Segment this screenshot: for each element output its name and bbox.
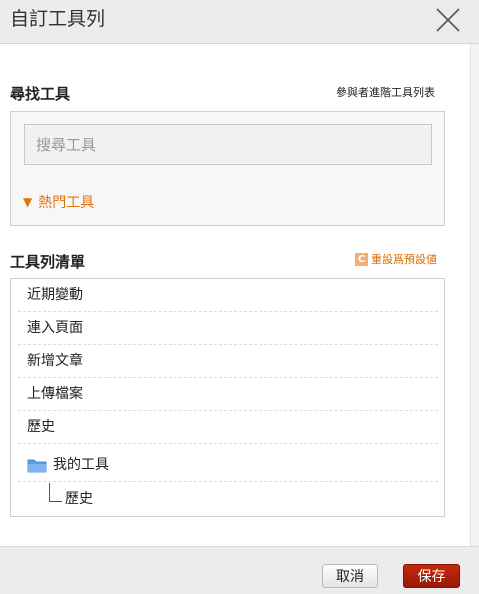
find-tools-heading: 尋找工具 [10,85,71,103]
folder-icon [27,459,47,472]
toolbar-list-item[interactable]: 連入頁面 [18,312,438,345]
cancel-button[interactable]: 取消 [322,564,378,588]
dialog-title: 自訂工具列 [10,8,106,30]
reset-default-link[interactable]: C 重設爲預設値 [355,251,437,267]
popular-tools-label: 熱門工具 [38,195,95,211]
tree-connector [49,482,62,502]
search-panel: ▼ 熱門工具 [10,111,445,226]
toolbar-list-item[interactable]: 歷史 [18,411,438,444]
dialog-header: 自訂工具列 [0,0,479,44]
scrollbar[interactable] [470,44,479,546]
search-input[interactable] [24,124,432,165]
reset-icon: C [355,252,368,266]
toolbar-list-heading: 工具列清單 [10,253,86,271]
folder-my-tools[interactable]: 我的工具 [18,449,438,482]
folder-child-item[interactable]: 歷史 [49,482,93,514]
folder-child-label: 歷史 [65,491,93,507]
save-button[interactable]: 保存 [403,564,460,588]
advanced-tools-link[interactable]: 參與者進階工具列表 [336,84,435,100]
popular-tools-toggle[interactable]: ▼ 熱門工具 [23,192,94,212]
close-button[interactable] [433,5,463,35]
toolbar-list-item[interactable]: 上傳檔案 [18,378,438,411]
toolbar-list-item[interactable]: 新增文章 [18,345,438,378]
reset-default-label: 重設爲預設値 [371,253,437,266]
toolbar-list-item[interactable]: 近期變動 [18,279,438,312]
toolbar-list: 近期變動 連入頁面 新增文章 上傳檔案 歷史 我的工具 歷史 [10,278,445,517]
triangle-down-icon: ▼ [23,195,33,209]
dialog-footer: 取消 保存 [0,546,479,594]
close-icon [436,8,460,32]
folder-label: 我的工具 [53,456,109,473]
